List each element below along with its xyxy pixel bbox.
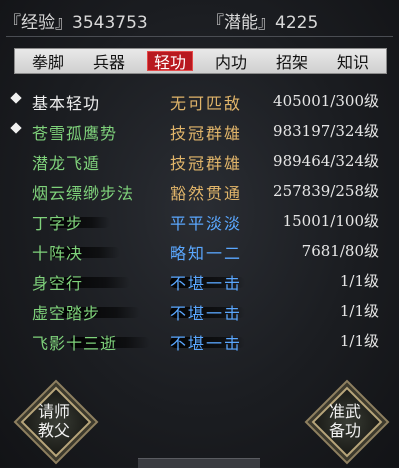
tab-knowledge[interactable]: 知识 [330,49,376,73]
skill-rank: 技冠群雄 [170,154,243,173]
skill-row[interactable]: 丁字步 平平淡淡 15001/100级 [0,208,399,237]
tab-internal[interactable]: 内功 [208,49,254,73]
skill-name: 丁字步 [32,214,84,233]
skill-level: 15001/100级 [282,212,379,230]
potential-value: 4225 [275,13,319,33]
skill-level: 1/1级 [339,302,379,320]
skill-rank: 豁然贯通 [170,184,243,203]
experience-value: 3543753 [72,13,148,33]
skill-name: 十阵决 [32,244,84,263]
skill-level: 1/1级 [339,332,379,350]
skill-name: 潜龙飞遁 [32,154,101,173]
skill-row[interactable]: 潜龙飞遁 技冠群雄 989464/324级 [0,148,399,177]
ask-master-label: 请师 教父 [37,402,70,440]
skill-name: 基本轻功 [32,94,101,113]
skill-rank: 无可匹敌 [170,94,243,113]
divider [6,36,393,37]
experience-label: 『经验』 [4,13,72,33]
skill-level: 257839/258级 [273,182,379,200]
skill-level: 1/1级 [339,272,379,290]
skill-rank: 不堪一击 [170,304,243,323]
skill-row[interactable]: 烟云缥缈步法 豁然贯通 257839/258级 [0,178,399,207]
skill-level: 7681/80级 [301,242,379,260]
skill-row[interactable]: 飞影十三逝 不堪一击 1/1级 [0,328,399,357]
prepare-skill-button[interactable]: 准武 备功 [311,386,383,458]
ask-master-button[interactable]: 请师 教父 [20,386,92,458]
skill-row[interactable]: 身空行 不堪一击 1/1级 [0,268,399,297]
mark-diamond-icon [10,92,22,104]
skill-name: 虚空踏步 [32,304,101,323]
skill-name: 飞影十三逝 [32,334,118,353]
skill-row[interactable]: 苍雪孤鹰势 技冠群雄 983197/324级 [0,118,399,147]
skill-rank: 平平淡淡 [170,214,243,233]
experience-stat: 『经验』3543753 [4,8,148,33]
skill-level: 983197/324级 [273,122,379,140]
skill-rank: 略知一二 [170,244,243,263]
stats-bar: 『经验』3543753 『潜能』4225 [0,0,399,34]
potential-stat: 『潜能』4225 [207,8,318,33]
skill-name: 身空行 [32,274,84,293]
potential-label: 『潜能』 [207,13,275,33]
tab-fist[interactable]: 拳脚 [25,49,71,73]
tab-weapon[interactable]: 兵器 [86,49,132,73]
skill-row[interactable]: 虚空踏步 不堪一击 1/1级 [0,298,399,327]
prepare-skill-label: 准武 备功 [328,402,361,440]
skill-rank: 不堪一击 [170,274,243,293]
skill-name: 苍雪孤鹰势 [32,124,118,143]
skill-row[interactable]: 十阵决 略知一二 7681/80级 [0,238,399,267]
skill-rank: 技冠群雄 [170,124,243,143]
skill-level: 989464/324级 [273,152,379,170]
skill-category-tabs: 拳脚 兵器 轻功 内功 招架 知识 [14,48,387,74]
tab-parry[interactable]: 招架 [269,49,315,73]
skill-rank: 不堪一击 [170,334,243,353]
mark-diamond-icon [10,122,22,134]
skill-name: 烟云缥缈步法 [32,184,135,203]
tab-lightness[interactable]: 轻功 [147,51,193,72]
skill-row[interactable]: 基本轻功 无可匹敌 405001/300级 [0,88,399,117]
skill-level: 405001/300级 [273,92,379,110]
